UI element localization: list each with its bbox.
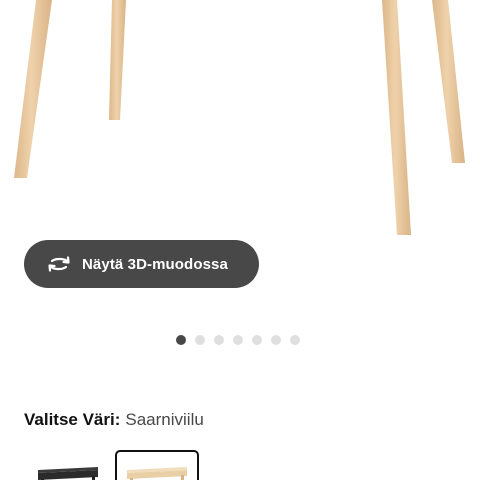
color-selector-heading: Valitse Väri: Saarniviilu [24,410,204,430]
table-leg-back-left [109,0,126,120]
table-leg-front-right [432,0,465,163]
image-carousel-dots [176,335,300,345]
color-swatch-ash-veneer[interactable] [115,450,199,480]
color-selector-label: Valitse Väri: [24,410,121,429]
view-3d-button[interactable]: Näytä 3D-muodossa [24,240,259,288]
carousel-dot-7[interactable] [290,335,300,345]
carousel-dot-3[interactable] [214,335,224,345]
rotate-3d-icon [46,254,72,274]
table-leg-back-right [382,0,411,235]
selected-color-value: Saarniviilu [125,410,204,429]
carousel-dot-1[interactable] [176,335,186,345]
black-table-thumbnail [38,467,98,480]
carousel-dot-5[interactable] [252,335,262,345]
product-image[interactable] [0,0,480,250]
product-page: Näytä 3D-muodossa Valitse Väri: Saarnivii… [0,0,480,480]
view-3d-label: Näytä 3D-muodossa [82,255,228,273]
color-swatch-black[interactable] [28,450,112,480]
carousel-dot-4[interactable] [233,335,243,345]
carousel-dot-6[interactable] [271,335,281,345]
carousel-dot-2[interactable] [195,335,205,345]
ash-table-thumbnail [127,467,187,480]
table-leg-front-left [14,0,52,178]
